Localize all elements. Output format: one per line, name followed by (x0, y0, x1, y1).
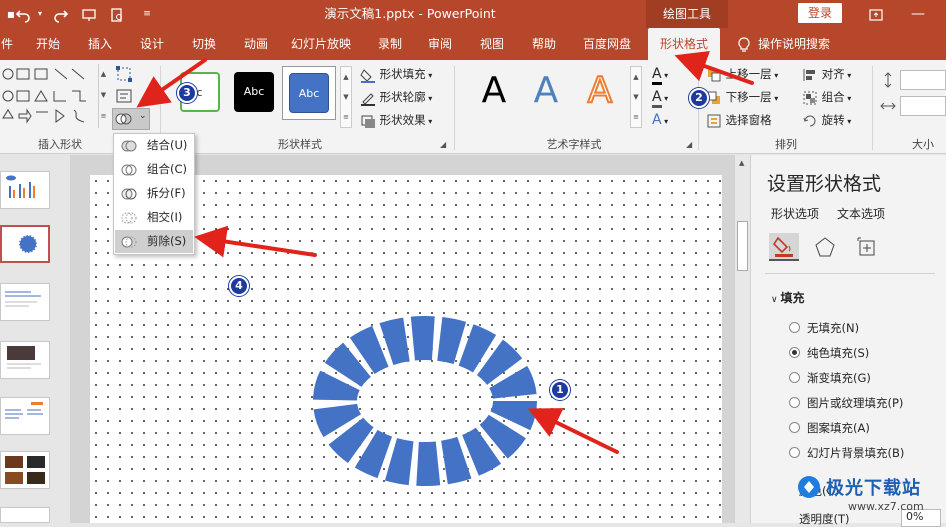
watermark: 极光下载站 www.xz7.com (796, 472, 942, 520)
step-badge-4: 4 (229, 276, 249, 296)
arrow-to-subtract (194, 225, 317, 258)
step-badge-2: 2 (689, 88, 709, 108)
watermark-logo (798, 476, 820, 498)
watermark-url: www.xz7.com (848, 500, 924, 513)
step-badge-3: 3 (177, 83, 197, 103)
arrow-to-ring (527, 408, 619, 454)
arrow-to-shape-format-tab (674, 51, 754, 85)
annotation-arrows (136, 51, 754, 454)
watermark-brand: 极光下载站 (826, 478, 921, 499)
step-badge-1: 1 (550, 380, 570, 400)
